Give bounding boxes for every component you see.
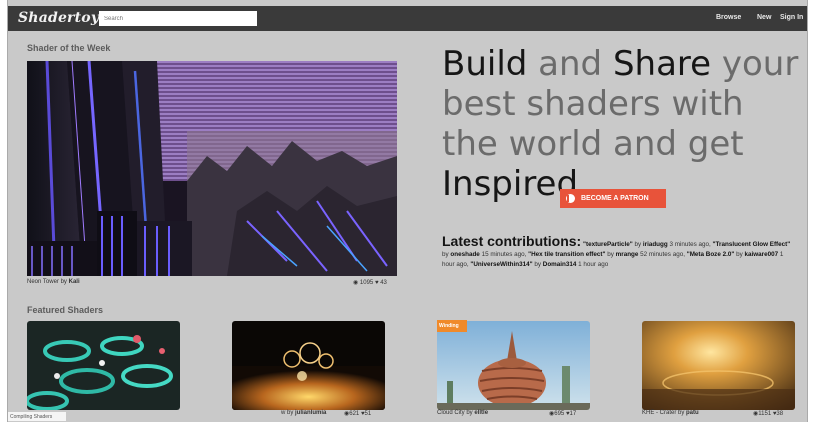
hero-word-inspired: Inspired — [442, 164, 579, 204]
featured-shader-image — [27, 321, 180, 410]
featured-stats: ◉621 ♥51 — [344, 410, 371, 417]
featured-caption: KHE - Crater by patu — [642, 410, 699, 416]
shader-of-the-week-preview[interactable] — [27, 61, 397, 276]
views-count: 1151 — [758, 411, 772, 417]
hero-word-build: Build — [442, 44, 528, 84]
featured-stats: ◉695 ♥17 — [549, 410, 576, 417]
contribution-by: by — [442, 251, 449, 258]
shader-of-the-week-caption: Neon Tower by Kali — [27, 279, 80, 285]
top-navigation-bar: Shadertoy Browse New Sign In — [8, 6, 807, 31]
likes-count: 17 — [569, 411, 577, 417]
page-frame: Shadertoy Browse New Sign In Shader of t… — [7, 0, 808, 422]
featured-shader-thumbnail[interactable] — [642, 321, 795, 410]
featured-caption-text: KHE - Crater by — [642, 410, 685, 416]
views-count: 695 — [554, 411, 565, 417]
featured-author-link[interactable]: julianlumia — [295, 410, 326, 416]
views-count: 621 — [349, 411, 360, 417]
patron-button-label: BECOME A PATRON — [581, 195, 649, 202]
contribution-name[interactable]: "Translucent Glow Effect" — [713, 241, 791, 248]
shader-of-the-week-title: Shader of the Week — [27, 43, 111, 53]
shader-of-the-week-stats: ◉ 1095 ♥ 43 — [353, 279, 387, 286]
likes-count: 43 — [380, 280, 387, 286]
hero-word-share: Share — [612, 44, 712, 84]
contribution-author[interactable]: iriadugg — [643, 241, 668, 248]
contribution-by: by — [736, 251, 743, 258]
contribution-name[interactable]: "UniverseWithin314" — [470, 261, 532, 268]
nav-new-link[interactable]: New — [757, 14, 771, 21]
contribution-time: 52 minutes ago, — [640, 251, 685, 258]
latest-contributions-title: Latest contributions: — [442, 233, 582, 249]
eye-icon: ◉ — [353, 280, 359, 286]
nav-sign-in-link[interactable]: Sign In — [780, 14, 803, 21]
nav-browse-link[interactable]: Browse — [716, 14, 741, 21]
contribution-by: by — [534, 261, 542, 268]
hero-headline: Build and Share your best shaders with t… — [442, 44, 802, 204]
contribution-author[interactable]: kaiware007 — [744, 251, 778, 258]
views-count: 1095 — [359, 280, 374, 286]
contribution-by: by — [607, 251, 614, 258]
featured-stats: ◉1151 ♥38 — [753, 410, 783, 417]
become-a-patron-button[interactable]: BECOME A PATRON — [560, 189, 666, 208]
contribution-author[interactable]: Domain314 — [543, 261, 577, 268]
contribution-time: 15 minutes ago, — [481, 251, 527, 258]
featured-caption-text: Cloud City by — [437, 410, 473, 416]
caption-by: by — [60, 279, 67, 285]
winding-badge: Winding — [437, 320, 467, 332]
featured-shader-image — [642, 321, 795, 410]
featured-author-link[interactable]: patu — [686, 410, 699, 416]
featured-shader-image — [232, 321, 385, 410]
featured-shader-image — [437, 321, 590, 410]
hero-word-and: and — [527, 44, 613, 84]
contribution-name[interactable]: "textureParticle" — [583, 241, 633, 248]
contribution-name[interactable]: "Meta Boze 2.0" — [687, 251, 735, 258]
search-input[interactable] — [99, 11, 257, 26]
featured-shader-thumbnail[interactable] — [232, 321, 385, 410]
patreon-icon — [566, 194, 575, 203]
featured-shaders-title: Featured Shaders — [27, 305, 104, 315]
featured-shader-thumbnail[interactable] — [27, 321, 180, 410]
shader-of-the-week-image — [27, 61, 397, 276]
likes-count: 51 — [364, 411, 372, 417]
latest-contributions: Latest contributions: "textureParticle" … — [442, 233, 797, 270]
shader-author-link[interactable]: Kali — [69, 279, 80, 285]
featured-caption-text: w by — [281, 410, 294, 416]
featured-caption: w by julianlumia — [281, 410, 326, 416]
contribution-by: by — [634, 241, 642, 248]
shadertoy-logo[interactable]: Shadertoy — [18, 10, 99, 26]
shader-name[interactable]: Neon Tower — [27, 279, 59, 285]
featured-caption: Cloud City by elltle — [437, 410, 488, 416]
featured-author-link[interactable]: elltle — [474, 410, 488, 416]
contribution-author[interactable]: mrange — [616, 251, 639, 258]
contribution-author[interactable]: oneshade — [450, 251, 479, 258]
contribution-time: 3 minutes ago, — [669, 241, 711, 248]
contribution-name[interactable]: "Hex tile transition effect" — [528, 251, 605, 258]
likes-count: 38 — [776, 411, 784, 417]
contribution-time: 1 hour ago — [578, 261, 609, 268]
featured-shader-thumbnail[interactable] — [437, 321, 590, 410]
heart-icon: ♥ — [374, 280, 379, 286]
status-strip: Compiling Shaders — [8, 412, 66, 421]
